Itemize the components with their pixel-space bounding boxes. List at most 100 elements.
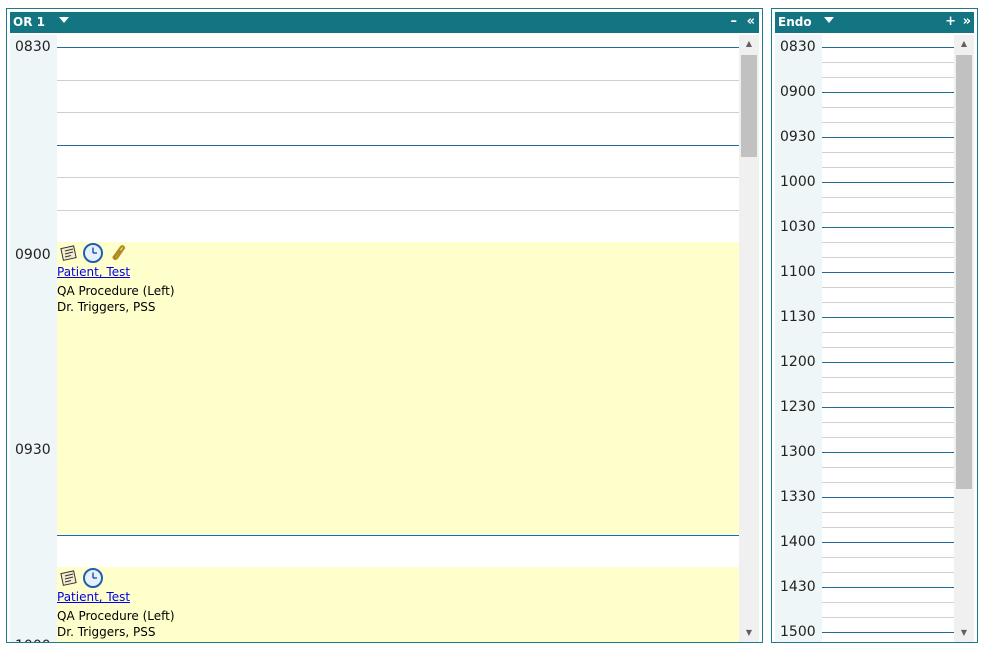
clock-icon[interactable] <box>83 243 103 263</box>
grid-line <box>822 62 954 63</box>
paperclip-icon[interactable] <box>107 243 127 263</box>
endo-time-label: 1000 <box>780 174 816 190</box>
grid-line <box>57 112 739 113</box>
endo-scrollbar[interactable]: ▲ ▼ <box>954 35 974 642</box>
scroll-up-arrow-icon[interactable]: ▲ <box>739 37 759 51</box>
endo-time-label: 0900 <box>780 84 816 100</box>
procedure-text: QA Procedure (Left) <box>57 609 175 623</box>
scroll-down-arrow-icon[interactable]: ▼ <box>954 626 974 640</box>
grid-line <box>822 182 954 183</box>
grid-line <box>57 209 739 211</box>
grid-line <box>822 497 954 498</box>
grid-line <box>822 542 954 543</box>
grid-line <box>822 587 954 588</box>
or1-scrollbar[interactable]: ▲ ▼ <box>739 35 759 642</box>
endo-scrollbar-thumb[interactable] <box>956 55 972 489</box>
grid-line <box>822 272 954 273</box>
grid-line <box>822 167 954 168</box>
or1-time-gutter: 0830 0900 0930 1000 <box>10 35 57 642</box>
grid-line <box>822 212 954 213</box>
grid-line <box>822 92 954 93</box>
notes-icon[interactable] <box>59 568 79 588</box>
grid-line <box>822 632 954 633</box>
grid-line <box>822 332 954 333</box>
endo-time-label: 1030 <box>780 219 816 235</box>
endo-header: Endo + » <box>775 12 974 33</box>
grid-line <box>822 437 954 438</box>
grid-line <box>822 467 954 468</box>
appointment-icons <box>59 568 107 588</box>
grid-line <box>57 47 739 48</box>
grid-line <box>822 77 954 78</box>
grid-line <box>822 527 954 528</box>
grid-line <box>822 152 954 153</box>
endo-panel: Endo + » 0830 0900 0930 1000 1030 1100 1130 120… <box>771 8 978 643</box>
grid-line <box>822 122 954 123</box>
endo-time-label: 1430 <box>780 579 816 595</box>
or1-panel: OR 1 – « 0830 0900 0930 1000 Patient, Te… <box>6 8 763 643</box>
grid-line <box>822 47 954 48</box>
grid-line <box>822 317 954 318</box>
patient-link[interactable]: Patient, Test <box>57 590 130 604</box>
grid-line <box>822 137 954 138</box>
grid-line <box>822 197 954 198</box>
clock-icon[interactable] <box>83 568 103 588</box>
grid-line <box>822 407 954 408</box>
endo-dropdown-caret-icon[interactable] <box>824 17 834 23</box>
endo-schedule-grid[interactable] <box>822 35 954 642</box>
grid-line <box>822 452 954 453</box>
notes-icon[interactable] <box>59 243 79 263</box>
endo-time-gutter: 0830 0900 0930 1000 1030 1100 1130 1200 1230 1300… <box>775 35 822 642</box>
or1-time-label: 0900 <box>15 247 51 263</box>
or1-time-label: 0930 <box>15 442 51 458</box>
or1-dropdown-caret-icon[interactable] <box>59 17 69 23</box>
grid-line <box>822 422 954 423</box>
or1-time-label: 0830 <box>15 39 51 55</box>
endo-time-label: 1100 <box>780 264 816 280</box>
or1-collapse-button[interactable]: « <box>747 14 755 29</box>
grid-line <box>822 227 954 228</box>
endo-time-label: 1130 <box>780 309 816 325</box>
appointment-block[interactable]: Patient, Test QA Procedure (Left) Dr. Tr… <box>57 567 739 642</box>
appointment-block[interactable]: Patient, Test QA Procedure (Left) Dr. Tr… <box>57 242 739 534</box>
appointment-icons <box>59 243 131 263</box>
grid-line <box>57 144 739 146</box>
or1-schedule-grid[interactable]: Patient, Test QA Procedure (Left) Dr. Tr… <box>57 35 739 642</box>
doctor-text: Dr. Triggers, PSS <box>57 625 156 639</box>
grid-line <box>822 302 954 303</box>
endo-time-label: 1300 <box>780 444 816 460</box>
grid-line <box>822 377 954 378</box>
doctor-text: Dr. Triggers, PSS <box>57 300 156 314</box>
grid-line <box>822 392 954 393</box>
or1-minimize-button[interactable]: – <box>731 14 738 29</box>
endo-add-button[interactable]: + <box>945 14 956 29</box>
grid-line <box>822 482 954 483</box>
scroll-up-arrow-icon[interactable]: ▲ <box>954 37 974 51</box>
grid-line <box>822 557 954 558</box>
grid-line <box>57 534 739 536</box>
grid-line <box>822 107 954 108</box>
or1-scrollbar-thumb[interactable] <box>741 55 757 157</box>
patient-link[interactable]: Patient, Test <box>57 265 130 279</box>
endo-time-label: 1400 <box>780 534 816 550</box>
endo-time-label: 1200 <box>780 354 816 370</box>
scroll-down-arrow-icon[interactable]: ▼ <box>739 626 759 640</box>
or1-header: OR 1 – « <box>10 12 759 33</box>
endo-expand-button[interactable]: » <box>963 14 971 29</box>
grid-line <box>822 347 954 348</box>
grid-line <box>822 572 954 573</box>
endo-time-label: 1500 <box>780 624 816 640</box>
grid-line <box>822 287 954 288</box>
grid-line <box>822 602 954 603</box>
or1-title: OR 1 <box>13 15 45 29</box>
endo-title: Endo <box>778 15 812 29</box>
grid-line <box>822 257 954 258</box>
endo-time-label: 0930 <box>780 129 816 145</box>
or1-time-label: 1000 <box>15 638 51 642</box>
grid-line <box>822 512 954 513</box>
grid-line <box>57 79 739 81</box>
endo-time-label: 1330 <box>780 489 816 505</box>
grid-line <box>822 242 954 243</box>
procedure-text: QA Procedure (Left) <box>57 284 175 298</box>
grid-line <box>57 177 739 178</box>
